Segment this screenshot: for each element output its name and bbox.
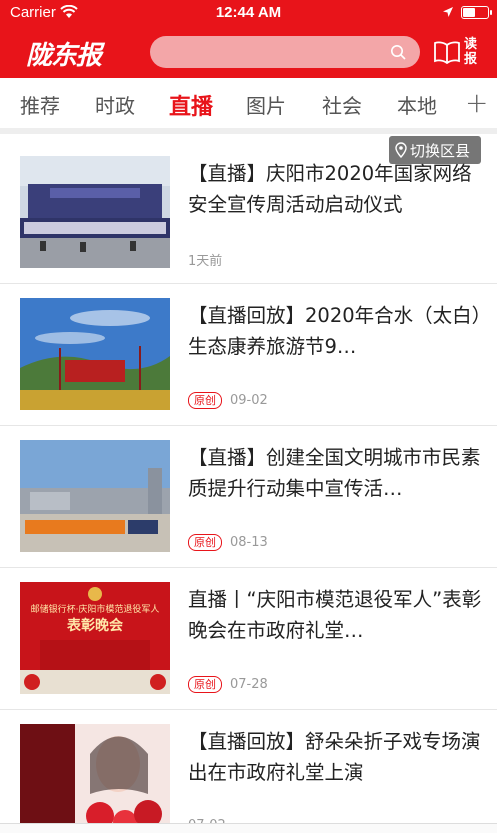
tab-society[interactable]: 社会 xyxy=(322,90,362,119)
switch-county-label: 切换区县 xyxy=(410,142,471,160)
news-date: 1天前 xyxy=(188,254,223,269)
tab-politics[interactable]: 时政 xyxy=(95,90,135,119)
news-title[interactable]: 【直播回放】2020年合水（太白）生态康养旅游节9… xyxy=(188,300,484,362)
plaza-icon xyxy=(20,440,170,552)
switch-county-button[interactable]: 切换区县 xyxy=(389,136,481,164)
bottom-tab-bar xyxy=(0,823,497,833)
original-badge: 原创 xyxy=(188,676,222,693)
stage-icon xyxy=(20,156,170,268)
search-bar[interactable] xyxy=(150,36,420,68)
original-badge: 原创 xyxy=(188,534,222,551)
original-badge: 原创 xyxy=(188,392,222,409)
news-meta: 1天前 xyxy=(188,250,222,269)
landscape-icon xyxy=(20,298,170,410)
status-time: 12:44 AM xyxy=(215,4,282,21)
battery-icon xyxy=(461,6,492,19)
news-meta: 原创 07-28 xyxy=(188,676,268,693)
add-tab-button[interactable]: + xyxy=(465,86,488,119)
news-title[interactable]: 【直播】创建全国文明城市市民素质提升行动集中宣传活… xyxy=(188,442,484,504)
status-bar: Carrier 12:44 AM xyxy=(0,0,497,26)
search-icon[interactable] xyxy=(390,44,406,60)
news-item[interactable]: 【直播回放】2020年合水（太白）生态康养旅游节9… 原创 09-02 xyxy=(0,284,497,426)
tab-live[interactable]: 直播 xyxy=(169,89,213,121)
news-item[interactable]: 【直播】创建全国文明城市市民素质提升行动集中宣传活… 原创 08-13 xyxy=(0,426,497,568)
read-label: 读报 xyxy=(464,37,478,67)
app-logo: 陇东报 xyxy=(26,41,102,71)
news-meta: 原创 09-02 xyxy=(188,392,268,409)
news-date: 08-13 xyxy=(230,535,268,550)
tab-pictures[interactable]: 图片 xyxy=(246,90,286,119)
news-title[interactable]: 【直播回放】舒朵朵折子戏专场演出在市政府礼堂上演 xyxy=(188,726,484,788)
portrait-icon xyxy=(20,724,170,833)
news-title[interactable]: 【直播】庆阳市2020年国家网络安全宣传周活动启动仪式 xyxy=(188,158,484,220)
news-date: 07-28 xyxy=(230,677,268,692)
category-tabs: 推荐 时政 直播 图片 社会 本地 + xyxy=(0,78,497,128)
location-pin-icon xyxy=(395,142,407,158)
location-arrow-icon xyxy=(443,7,453,17)
banner-headline-text: 邮储银行杯·庆阳市模范退役军人 xyxy=(31,603,160,615)
open-book-icon xyxy=(434,41,460,64)
tab-local[interactable]: 本地 xyxy=(397,90,437,119)
read-newspaper-button[interactable]: 读报 xyxy=(433,36,483,68)
tab-recommend[interactable]: 推荐 xyxy=(20,90,60,119)
news-date: 09-02 xyxy=(230,393,268,408)
app-header: Carrier 12:44 AM 陇东报 读报 xyxy=(0,0,497,78)
news-item[interactable]: 邮储银行杯·庆阳市模范退役军人 表彰晚会 直播丨“庆阳市模范退役军人”表彰晚会在… xyxy=(0,568,497,710)
banner-icon: 邮储银行杯·庆阳市模范退役军人 表彰晚会 xyxy=(20,582,170,694)
news-meta: 原创 08-13 xyxy=(188,534,268,551)
news-item[interactable]: 【直播回放】舒朵朵折子戏专场演出在市政府礼堂上演 07-02 xyxy=(0,710,497,833)
banner-sub-text: 表彰晚会 xyxy=(66,617,124,634)
news-title[interactable]: 直播丨“庆阳市模范退役军人”表彰晚会在市政府礼堂… xyxy=(188,584,484,646)
tabs-divider xyxy=(0,128,497,134)
